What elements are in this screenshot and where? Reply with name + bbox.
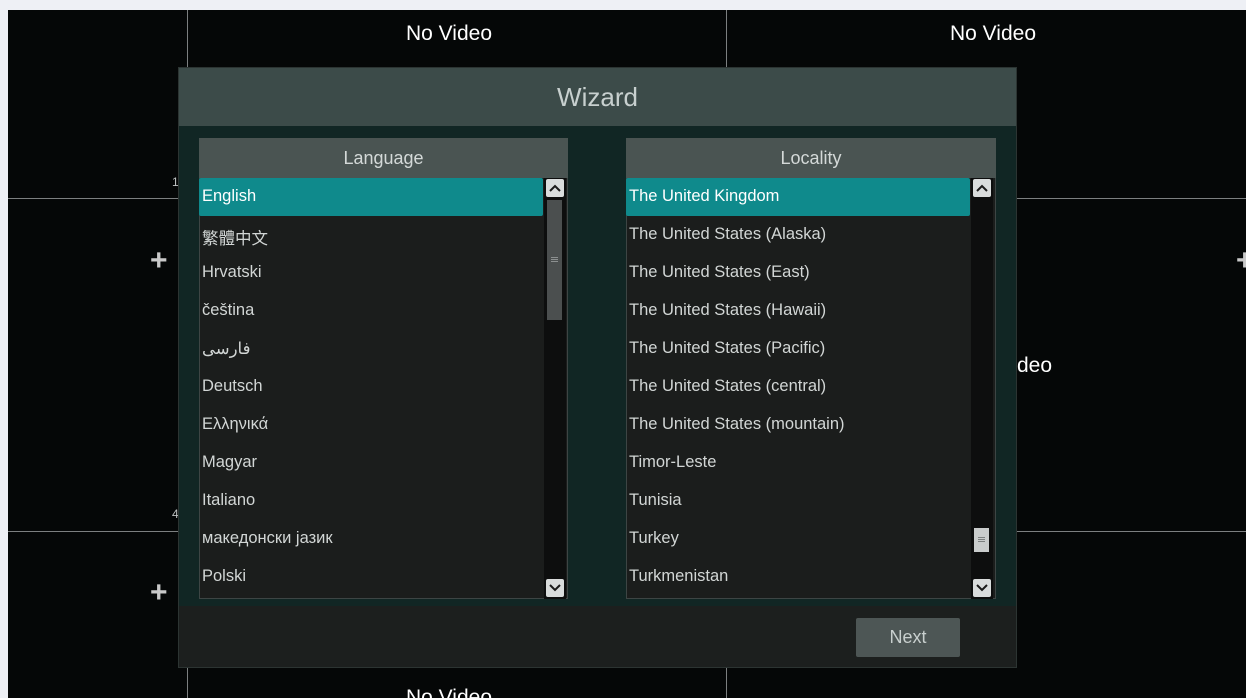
locality-item-label: Turkey: [629, 529, 679, 547]
locality-item-label: The United States (Pacific): [629, 339, 826, 357]
locality-item-label: The United Kingdom: [629, 187, 780, 205]
language-item[interactable]: македонски јазик: [199, 520, 543, 558]
language-header: Language: [199, 138, 568, 178]
locality-item[interactable]: Turkmenistan: [626, 558, 970, 596]
locality-item-label: The United States (central): [629, 377, 827, 395]
plus-icon[interactable]: +: [1236, 246, 1246, 276]
language-item[interactable]: Magyar: [199, 444, 543, 482]
scrollbar-grip: [551, 261, 558, 262]
plus-icon[interactable]: +: [150, 578, 168, 608]
scrollbar-grip: [551, 257, 558, 258]
scrollbar-grip: [978, 537, 985, 538]
no-video-label: No Video: [406, 686, 493, 698]
locality-panel: Locality The United Kingdom The United S…: [626, 138, 996, 599]
no-video-label: No Video: [950, 22, 1037, 45]
language-item-label: македонски јазик: [202, 529, 333, 547]
language-item-label: Magyar: [202, 453, 258, 471]
language-scrollbar[interactable]: [544, 178, 566, 599]
language-item[interactable]: Hrvatski: [199, 254, 543, 292]
no-video-label: No Video: [406, 22, 493, 45]
locality-item[interactable]: Tunisia: [626, 482, 970, 520]
locality-item-label: Turkmenistan: [629, 567, 729, 585]
scrollbar-grip: [978, 541, 985, 542]
locality-item[interactable]: The United Kingdom: [626, 178, 970, 216]
chevron-up-icon[interactable]: [546, 179, 564, 197]
next-button-label: Next: [889, 627, 927, 647]
locality-item[interactable]: The United States (East): [626, 254, 970, 292]
channel-number: 4: [172, 507, 179, 521]
language-panel: Language English 繁體中文 Hrvatski čeština ف…: [199, 138, 568, 599]
locality-item-label: The United States (Hawaii): [629, 301, 827, 319]
locality-item-label: Timor-Leste: [629, 453, 717, 471]
language-item-label: English: [202, 187, 257, 205]
locality-header: Locality: [626, 138, 996, 178]
locality-item[interactable]: The United States (Hawaii): [626, 292, 970, 330]
language-item-label: Ελληνικά: [202, 415, 269, 433]
language-item[interactable]: Polski: [199, 558, 543, 596]
language-item-label: Polski: [202, 567, 247, 585]
wizard-title: Wizard: [557, 82, 638, 112]
locality-item-label: The United States (mountain): [629, 415, 845, 433]
locality-scrollbar[interactable]: [971, 178, 993, 599]
wizard-dialog: Wizard Language English 繁體中文 Hrvatski če…: [179, 68, 1016, 667]
chevron-up-icon[interactable]: [973, 179, 991, 197]
locality-item[interactable]: The United States (mountain): [626, 406, 970, 444]
language-item-label: Deutsch: [202, 377, 263, 395]
chevron-down-icon[interactable]: [546, 579, 564, 597]
language-item-label: čeština: [202, 301, 255, 319]
language-item-label: 繁體中文: [202, 230, 268, 248]
language-header-label: Language: [343, 148, 424, 168]
language-item[interactable]: English: [199, 178, 543, 216]
locality-item[interactable]: Timor-Leste: [626, 444, 970, 482]
channel-number: 1: [172, 175, 179, 189]
language-item[interactable]: Deutsch: [199, 368, 543, 406]
scrollbar-grip: [978, 539, 985, 540]
language-item[interactable]: Ελληνικά: [199, 406, 543, 444]
locality-item-label: The United States (East): [629, 263, 810, 281]
locality-item[interactable]: The United States (central): [626, 368, 970, 406]
language-item-label: Italiano: [202, 491, 256, 509]
no-video-label: deo: [1017, 354, 1053, 377]
locality-item-label: The United States (Alaska): [629, 225, 827, 243]
locality-item[interactable]: The United States (Pacific): [626, 330, 970, 368]
scrollbar-grip: [551, 259, 558, 260]
language-item-label: Hrvatski: [202, 263, 262, 281]
locality-item[interactable]: Turkey: [626, 520, 970, 558]
locality-header-label: Locality: [780, 148, 842, 168]
language-item[interactable]: Italiano: [199, 482, 543, 520]
chevron-down-icon[interactable]: [973, 579, 991, 597]
wizard-header: Wizard: [179, 68, 1016, 126]
scrollbar-thumb[interactable]: [974, 528, 989, 552]
scrollbar-thumb[interactable]: [547, 200, 562, 320]
language-item[interactable]: 繁體中文: [199, 216, 543, 254]
locality-item[interactable]: The United States (Alaska): [626, 216, 970, 254]
language-item-label: فارسی: [202, 340, 251, 358]
language-item[interactable]: čeština: [199, 292, 543, 330]
plus-icon[interactable]: +: [150, 246, 168, 276]
next-button[interactable]: Next: [856, 618, 960, 657]
language-item[interactable]: فارسی: [199, 330, 543, 368]
locality-item-label: Tunisia: [629, 491, 682, 509]
